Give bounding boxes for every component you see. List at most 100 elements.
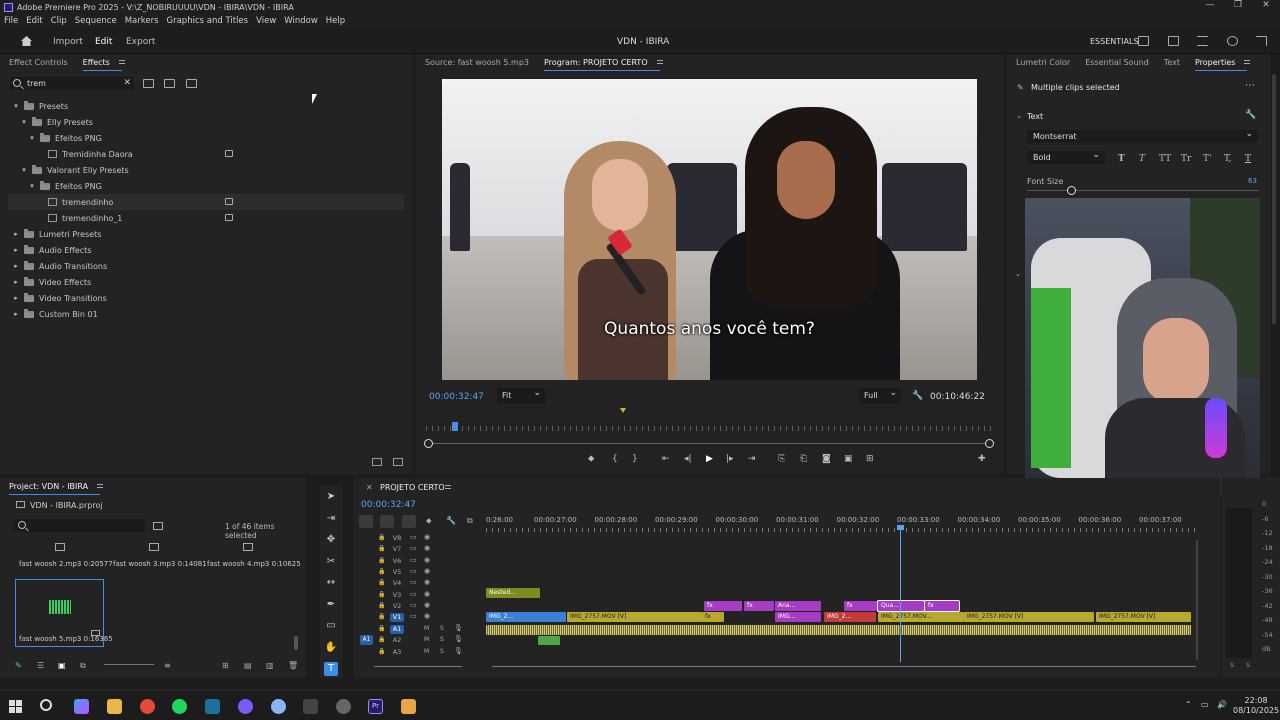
hand-tool-icon[interactable]: ✋ xyxy=(324,641,338,655)
icon-view-icon[interactable]: ▣ xyxy=(58,661,66,670)
tree-folder[interactable]: ▸ Video Effects xyxy=(8,274,404,290)
v1-clip[interactable]: IMG_2... xyxy=(486,612,566,622)
track-name[interactable]: A1 xyxy=(390,625,404,634)
windows-start-icon[interactable] xyxy=(8,699,23,714)
faux-italic-button[interactable]: T xyxy=(1139,154,1145,164)
tree-folder[interactable]: ▾ Valorant Elly Presets xyxy=(8,162,404,178)
superscript-button[interactable]: T' xyxy=(1203,154,1211,164)
nest-toggle-icon[interactable] xyxy=(359,515,373,528)
clear-search-icon[interactable]: ✕ xyxy=(123,78,131,88)
lift-icon[interactable]: ⎘ xyxy=(778,454,785,464)
project-menu-icon[interactable] xyxy=(97,484,104,488)
step-forward-icon[interactable]: |▸ xyxy=(726,454,734,464)
track-name[interactable]: V8 xyxy=(390,534,404,543)
quality-dropdown[interactable]: Full xyxy=(859,388,901,403)
timeline-playhead[interactable] xyxy=(900,527,901,662)
file-explorer-icon[interactable] xyxy=(107,699,122,714)
chrome-icon[interactable] xyxy=(140,699,155,714)
solo-button[interactable]: S xyxy=(440,625,444,632)
track-name[interactable]: V1 xyxy=(390,613,404,623)
microphone-icon[interactable]: 🎙 xyxy=(454,624,463,632)
a2-audio-clip[interactable] xyxy=(538,636,560,645)
go-to-out-icon[interactable]: ⇥ xyxy=(748,454,756,464)
font-style-dropdown[interactable]: Bold xyxy=(1027,150,1105,164)
tree-preset[interactable]: tremendinho xyxy=(8,194,404,210)
eye-icon[interactable]: ◉ xyxy=(424,556,430,564)
solo-button[interactable]: S xyxy=(440,648,444,655)
tab-effects[interactable]: Effects xyxy=(82,58,123,71)
project-item[interactable]: fast woosh 2.mp3 0:20577 xyxy=(15,540,113,570)
mute-button[interactable]: M xyxy=(424,648,429,655)
microphone-icon[interactable]: 🎙 xyxy=(454,647,463,655)
tree-folder[interactable]: ▸ Video Transitions xyxy=(8,290,404,306)
marker-icon[interactable] xyxy=(620,408,626,413)
v1-clip[interactable]: IMG_2757.MOV... xyxy=(878,612,964,622)
track-name[interactable]: V7 xyxy=(390,545,404,554)
add-marker-icon[interactable]: ⬥ xyxy=(426,516,432,526)
tab-text[interactable]: Text xyxy=(1164,58,1180,67)
v1-clip[interactable]: IMG_2... xyxy=(824,612,876,622)
project-scrollbar[interactable] xyxy=(294,636,298,650)
menu-graphics[interactable]: Graphics and Titles xyxy=(167,16,249,26)
browser-icon[interactable] xyxy=(271,699,286,714)
monitor-menu-icon[interactable] xyxy=(656,60,663,64)
tree-folder[interactable]: ▸ Custom Bin 01 xyxy=(8,306,404,322)
timeline-ruler[interactable]: 0:26:00 00:00:27:00 00:00:28:00 00:00:29:00… xyxy=(486,513,1198,527)
text-wrench-icon[interactable]: 🔧 xyxy=(1245,110,1256,120)
add-marker-icon[interactable]: ⬥ xyxy=(588,454,594,464)
track-name[interactable]: V6 xyxy=(390,557,404,566)
menu-window[interactable]: Window xyxy=(284,16,318,26)
chevron-right-icon[interactable]: ▸ xyxy=(12,262,20,270)
sync-lock-icon[interactable]: ▭ xyxy=(410,612,417,620)
tree-folder[interactable]: ▾ Efeitos PNG xyxy=(8,130,404,146)
nested-clip[interactable]: Nested... xyxy=(486,588,540,598)
properties-scrollbar[interactable] xyxy=(1272,74,1276,324)
menu-sequence[interactable]: Sequence xyxy=(75,16,117,26)
timeline-settings-icon[interactable]: 🔧 xyxy=(446,516,456,525)
tree-folder[interactable]: ▸ Audio Transitions xyxy=(8,258,404,274)
track-name[interactable]: V3 xyxy=(390,591,404,600)
all-caps-button[interactable]: TT xyxy=(1159,154,1171,164)
underline-button[interactable]: T xyxy=(1245,154,1251,164)
razor-tool-icon[interactable]: ✂ xyxy=(324,555,338,569)
track-select-tool-icon[interactable]: ⇥ xyxy=(324,512,338,526)
lock-icon[interactable]: 🔒 xyxy=(378,613,385,620)
lock-icon[interactable]: 🔒 xyxy=(378,568,385,575)
share-icon[interactable] xyxy=(1168,36,1179,46)
eye-icon[interactable]: ◉ xyxy=(424,590,430,598)
tree-folder[interactable]: ▾ Elly Presets xyxy=(8,114,404,130)
v2-clip[interactable]: fx xyxy=(704,601,742,611)
menu-view[interactable]: View xyxy=(256,16,276,26)
maximize-button[interactable]: ❐ xyxy=(1224,0,1252,14)
project-item-selected[interactable]: fast woosh 5.mp3 0:16385 xyxy=(15,579,113,647)
tab-source[interactable]: Source: fast woosh 5.mp3 xyxy=(425,58,529,67)
new-bin-icon[interactable] xyxy=(153,522,163,530)
sort-icon[interactable]: ≡ xyxy=(164,661,171,670)
faux-bold-button[interactable]: T xyxy=(1118,154,1125,164)
solo-right[interactable]: S xyxy=(1246,661,1250,669)
timeline-vertical-scrollbar[interactable] xyxy=(1196,540,1198,660)
search-icon[interactable] xyxy=(1227,36,1238,46)
tab-essential-sound[interactable]: Essential Sound xyxy=(1085,58,1149,67)
menu-edit[interactable]: Edit xyxy=(26,16,42,26)
timeline-zoom-bar[interactable] xyxy=(492,666,1196,667)
eye-icon[interactable]: ◉ xyxy=(424,533,430,541)
fullscreen-icon[interactable] xyxy=(1256,36,1267,46)
eye-icon[interactable]: ◉ xyxy=(424,544,430,552)
tree-preset[interactable]: tremendinho_1 xyxy=(8,210,404,226)
find-icon[interactable]: ▤ xyxy=(244,661,252,670)
tree-folder[interactable]: ▾ Presets xyxy=(8,98,404,114)
step-back-icon[interactable]: ◂| xyxy=(684,454,692,464)
vr-video-icon[interactable]: ⊞ xyxy=(866,454,874,464)
menu-clip[interactable]: Clip xyxy=(51,16,67,26)
chevron-down-icon[interactable]: ▾ xyxy=(20,166,28,174)
obs-icon[interactable] xyxy=(303,699,318,714)
v1-clip[interactable]: IMG_2757.MOV [V] xyxy=(1096,612,1191,622)
font-size-slider[interactable] xyxy=(1027,186,1259,195)
chevron-right-icon[interactable]: ▸ xyxy=(12,310,20,318)
expand-chevron-icon[interactable]: ⌄ xyxy=(1015,270,1021,278)
tab-import[interactable]: Import xyxy=(53,37,83,47)
subscript-button[interactable]: T, xyxy=(1224,154,1232,164)
chevron-right-icon[interactable]: ▸ xyxy=(12,246,20,254)
menu-markers[interactable]: Markers xyxy=(125,16,159,26)
